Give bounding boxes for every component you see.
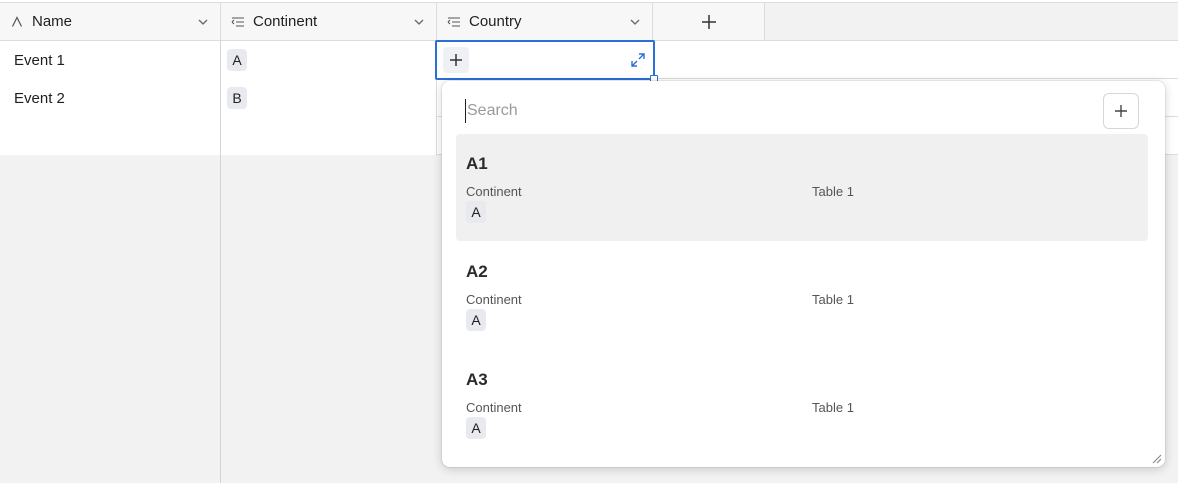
plus-icon: [701, 14, 716, 29]
table-name: Table 1: [812, 400, 854, 415]
table-row[interactable]: Event 1 A: [0, 41, 437, 79]
record-chip[interactable]: A: [227, 49, 247, 71]
link-field-icon: [231, 15, 245, 29]
expand-icon[interactable]: [629, 51, 647, 69]
field-label: Continent: [466, 292, 522, 307]
cell-name-empty[interactable]: [0, 117, 221, 155]
chevron-down-icon[interactable]: [196, 15, 210, 29]
cell-continent[interactable]: B: [221, 79, 437, 117]
record-option[interactable]: A2 Continent Table 1 A: [456, 242, 1148, 349]
plus-icon: [450, 54, 462, 66]
field-value-chip: A: [466, 417, 486, 439]
record-option[interactable]: A1 Continent Table 1 A: [456, 134, 1148, 241]
grid-header: Name Continent Country: [0, 3, 1178, 41]
column-header-continent[interactable]: Continent: [221, 3, 437, 41]
plus-icon: [1115, 105, 1127, 117]
table-name: Table 1: [812, 292, 854, 307]
field-label: Continent: [466, 400, 522, 415]
chevron-down-icon[interactable]: [628, 15, 642, 29]
record-option[interactable]: A3 Continent Table 1 A: [456, 350, 1148, 457]
column-header-label: Country: [469, 13, 522, 30]
cell-text: Event 1: [14, 51, 65, 69]
record-title: A2: [466, 262, 488, 281]
column-header-country[interactable]: Country: [437, 3, 653, 41]
link-field-icon: [447, 15, 461, 29]
table-name: Table 1: [812, 184, 854, 199]
field-label: Continent: [466, 184, 522, 199]
field-value-chip: A: [466, 309, 486, 331]
text-field-icon: [10, 15, 24, 29]
column-header-label: Continent: [253, 13, 318, 30]
record-picker-dropdown: A1 Continent Table 1 A A2 Continent Tabl…: [442, 81, 1165, 467]
add-record-button[interactable]: [1103, 93, 1139, 129]
cell-name[interactable]: Event 2: [0, 79, 221, 117]
cell-name[interactable]: Event 1: [0, 41, 221, 79]
resize-grip-icon[interactable]: [1150, 452, 1162, 464]
record-title: A1: [466, 154, 488, 173]
search-row: [442, 81, 1165, 136]
active-country-cell[interactable]: [435, 40, 658, 83]
cell-continent[interactable]: A: [221, 41, 437, 79]
add-link-button[interactable]: [443, 47, 469, 73]
column-header-label: Name: [32, 13, 73, 30]
search-input[interactable]: [465, 99, 1065, 123]
table-row[interactable]: Event 2 B: [0, 79, 437, 117]
add-column-button[interactable]: [653, 3, 765, 41]
column-header-name[interactable]: Name: [0, 3, 221, 41]
new-row[interactable]: [0, 117, 437, 155]
record-title: A3: [466, 370, 488, 389]
cell-text: Event 2: [14, 89, 65, 107]
chevron-down-icon[interactable]: [412, 15, 426, 29]
header-empty-area: [765, 3, 1178, 41]
cell-continent-empty[interactable]: [221, 117, 437, 155]
field-value-chip: A: [466, 201, 486, 223]
record-chip[interactable]: B: [227, 87, 247, 109]
